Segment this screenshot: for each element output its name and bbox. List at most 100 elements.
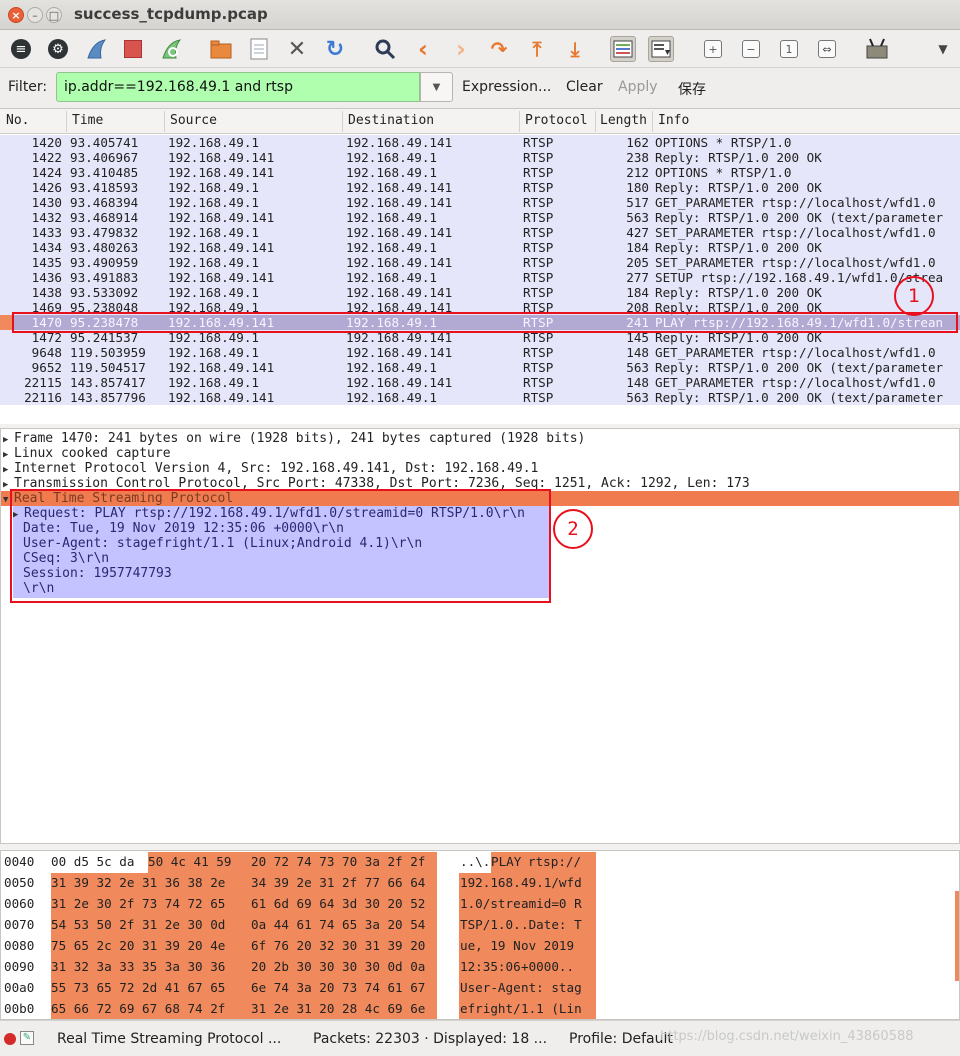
cell-len: 427 bbox=[626, 225, 649, 240]
expression-button[interactable]: Expression... bbox=[462, 79, 551, 95]
cell-proto: RTSP bbox=[523, 285, 554, 300]
table-row[interactable]: 9652 119.504517 192.168.49.141 192.168.49.1… bbox=[0, 360, 960, 375]
table-row[interactable]: 22116 143.857796 192.168.49.141 192.168.49.… bbox=[0, 390, 960, 405]
gear-icon[interactable]: ⚙ bbox=[45, 36, 71, 62]
hex-row[interactable]: 00b0 65 66 72 69 67 68 74 2f 31 2e 31 20 2… bbox=[1, 999, 959, 1019]
maximize-window-icon[interactable]: □ bbox=[46, 7, 62, 23]
hex-row[interactable]: 0080 75 65 2c 20 31 39 20 4e 6f 76 20 32 3… bbox=[1, 936, 959, 957]
hex-g2: 61 6d 69 64 3d 30 20 52 bbox=[251, 896, 426, 911]
cell-len: 162 bbox=[626, 135, 649, 150]
first-packet-icon[interactable]: ⤒ bbox=[524, 36, 550, 62]
close-window-icon[interactable]: × bbox=[8, 7, 24, 23]
table-row[interactable]: 1436 93.491883 192.168.49.141 192.168.49.1 R… bbox=[0, 270, 960, 285]
display-filter-input[interactable]: ip.addr==192.168.49.1 and rtsp bbox=[56, 72, 420, 102]
forward-arrow-icon[interactable]: › bbox=[448, 35, 474, 63]
restart-icon[interactable] bbox=[158, 36, 184, 62]
cell-info: SET_PARAMETER rtsp://localhost/wfd1.0 bbox=[655, 255, 936, 270]
cell-len: 184 bbox=[626, 285, 649, 300]
search-icon[interactable] bbox=[372, 36, 398, 62]
colorize-icon[interactable] bbox=[610, 36, 636, 62]
hex-g1b: 55 73 65 72 2d 41 67 65 bbox=[51, 980, 226, 995]
file-icon[interactable] bbox=[246, 36, 272, 62]
cell-proto: RTSP bbox=[523, 135, 554, 150]
col-length[interactable]: Length bbox=[600, 113, 647, 128]
table-row[interactable]: 1438 93.533092 192.168.49.1 192.168.49.141 R… bbox=[0, 285, 960, 300]
hex-g1b: 75 65 2c 20 31 39 20 4e bbox=[51, 938, 226, 953]
close-x-icon[interactable]: ✕ bbox=[284, 36, 310, 62]
apply-button[interactable]: Apply bbox=[618, 79, 658, 95]
col-destination[interactable]: Destination bbox=[348, 113, 434, 128]
capture-status-icon[interactable] bbox=[4, 1033, 16, 1045]
cell-len: 148 bbox=[626, 375, 649, 390]
table-row[interactable]: 1434 93.480263 192.168.49.141 192.168.49.1 R… bbox=[0, 240, 960, 255]
hex-row[interactable]: 0050 31 39 32 2e 31 36 38 2e 34 39 2e 31 2… bbox=[1, 873, 959, 894]
table-row[interactable]: 1433 93.479832 192.168.49.1 192.168.49.141 R… bbox=[0, 225, 960, 240]
col-time[interactable]: Time bbox=[72, 113, 103, 128]
hex-row[interactable]: 0060 31 2e 30 2f 73 74 72 65 61 6d 69 64 3… bbox=[1, 894, 959, 915]
packet-list: No. Time Source Destination Protocol Len… bbox=[0, 108, 960, 424]
col-no[interactable]: No. bbox=[6, 113, 29, 128]
table-row[interactable]: 1426 93.418593 192.168.49.1 192.168.49.141 R… bbox=[0, 180, 960, 195]
filter-label: Filter: bbox=[8, 79, 48, 95]
cell-time: 93.418593 bbox=[70, 180, 139, 195]
zoom-out-icon[interactable]: − bbox=[738, 36, 764, 62]
more-dropdown-icon[interactable]: ▼ bbox=[930, 36, 956, 62]
hex-row[interactable]: 0090 31 32 3a 33 35 3a 30 36 20 2b 30 30 3… bbox=[1, 957, 959, 978]
table-row[interactable]: 22115 143.857417 192.168.49.1 192.168.49.14… bbox=[0, 375, 960, 390]
open-folder-icon[interactable] bbox=[208, 36, 234, 62]
cell-proto: RTSP bbox=[523, 345, 554, 360]
stop-square-icon[interactable] bbox=[120, 36, 146, 62]
cell-time: 93.490959 bbox=[70, 255, 139, 270]
last-packet-icon[interactable]: ⤓ bbox=[562, 36, 588, 62]
cell-src: 192.168.49.1 bbox=[168, 255, 259, 270]
cell-src: 192.168.49.141 bbox=[168, 360, 275, 375]
table-row[interactable]: 1435 93.490959 192.168.49.1 192.168.49.141 R… bbox=[0, 255, 960, 270]
table-row[interactable]: 1432 93.468914 192.168.49.141 192.168.49.1 R… bbox=[0, 210, 960, 225]
list-icon[interactable]: ≡ bbox=[8, 36, 34, 62]
clear-button[interactable]: Clear bbox=[566, 79, 603, 95]
hex-row[interactable]: 0070 54 53 50 2f 31 2e 30 0d 0a 44 61 74 6… bbox=[1, 915, 959, 936]
minimize-window-icon[interactable]: – bbox=[27, 7, 43, 23]
table-row[interactable]: 1424 93.410485 192.168.49.141 192.168.49.1 R… bbox=[0, 165, 960, 180]
hex-a2: rtsp:// bbox=[528, 854, 582, 869]
hex-row[interactable]: 00a0 55 73 65 72 2d 41 67 65 6e 74 3a 20 7… bbox=[1, 978, 959, 999]
table-row[interactable]: 1422 93.406967 192.168.49.141 192.168.49.1 R… bbox=[0, 150, 960, 165]
cell-info: Reply: RTSP/1.0 200 OK bbox=[655, 240, 822, 255]
hex-g1: 00 d5 5c da bbox=[51, 854, 135, 869]
hex-a2: .Date: T bbox=[521, 917, 582, 932]
cell-info: SET_PARAMETER rtsp://localhost/wfd1.0 bbox=[655, 225, 936, 240]
zoom-normal-icon[interactable]: 1 bbox=[776, 36, 802, 62]
resize-columns-icon[interactable]: ⇔ bbox=[814, 36, 840, 62]
cell-info: Reply: RTSP/1.0 200 OK bbox=[655, 285, 822, 300]
cell-no: 1420 bbox=[31, 135, 62, 150]
cell-info: GET_PARAMETER rtsp://localhost/wfd1.0 bbox=[655, 345, 936, 360]
table-row[interactable]: 1430 93.468394 192.168.49.1 192.168.49.141 R… bbox=[0, 195, 960, 210]
save-filter-button[interactable]: 保存 bbox=[678, 79, 706, 99]
shark-fin-start-icon[interactable] bbox=[83, 36, 109, 62]
table-row[interactable]: 1420 93.405741 192.168.49.1 192.168.49.141 R… bbox=[0, 135, 960, 150]
reload-icon[interactable]: ↻ bbox=[322, 36, 348, 62]
status-profile[interactable]: Profile: Default bbox=[569, 1031, 673, 1047]
col-source[interactable]: Source bbox=[170, 113, 217, 128]
edit-comment-icon[interactable]: ✎ bbox=[20, 1031, 34, 1045]
autoscroll-icon[interactable] bbox=[648, 36, 674, 62]
hex-g1b: 31 39 32 2e 31 36 38 2e bbox=[51, 875, 226, 890]
col-protocol[interactable]: Protocol bbox=[525, 113, 588, 128]
go-to-icon[interactable]: ↷ bbox=[486, 36, 512, 62]
hex-off: 0040 bbox=[4, 854, 35, 869]
cell-src: 192.168.49.1 bbox=[168, 375, 259, 390]
zoom-in-icon[interactable]: + bbox=[700, 36, 726, 62]
cell-dst: 192.168.49.141 bbox=[346, 180, 453, 195]
back-arrow-icon[interactable]: ‹ bbox=[410, 35, 436, 63]
cell-time: 93.491883 bbox=[70, 270, 139, 285]
filter-dropdown-icon[interactable]: ▼ bbox=[420, 72, 453, 102]
table-row[interactable]: 9648 119.503959 192.168.49.1 192.168.49.141… bbox=[0, 345, 960, 360]
wireless-icon[interactable] bbox=[864, 36, 890, 62]
cell-time: 119.504517 bbox=[70, 360, 146, 375]
cell-src: 192.168.49.1 bbox=[168, 135, 259, 150]
hex-g2: 31 2e 31 20 28 4c 69 6e bbox=[251, 1001, 426, 1016]
cell-dst: 192.168.49.1 bbox=[346, 360, 437, 375]
hex-row[interactable]: 0040 00 d5 5c da 50 4c 41 59 20 72 74 73 70… bbox=[1, 852, 959, 873]
col-info[interactable]: Info bbox=[658, 113, 689, 128]
hex-g1b: 31 32 3a 33 35 3a 30 36 bbox=[51, 959, 226, 974]
